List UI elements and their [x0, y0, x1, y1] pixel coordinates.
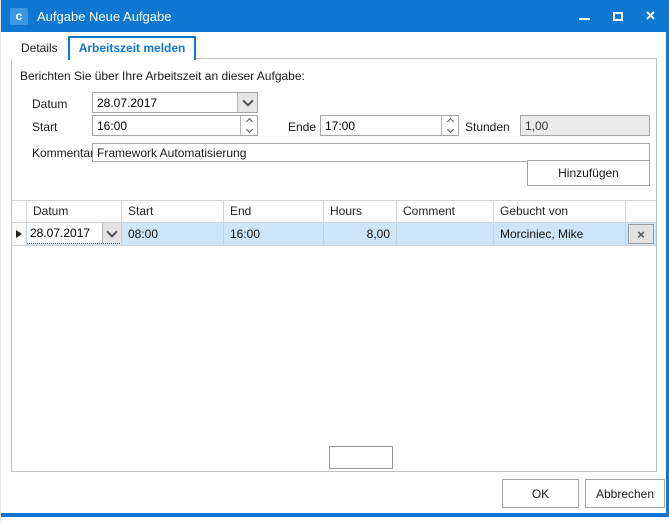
- row-datum-dropdown-button[interactable]: [102, 223, 121, 243]
- datum-input[interactable]: [93, 93, 237, 112]
- row-datum-input[interactable]: [27, 223, 102, 243]
- chevron-up-icon: [446, 118, 453, 125]
- tab-details[interactable]: Details: [11, 38, 68, 59]
- tab-arbeitszeit-melden[interactable]: Arbeitszeit melden: [68, 36, 197, 60]
- worktime-grid: Datum Start End Hours Comment Gebucht vo…: [12, 200, 656, 246]
- chevron-down-icon: [106, 226, 117, 237]
- close-icon: ×: [646, 7, 656, 24]
- row-arrow-icon: [16, 230, 22, 238]
- ende-spinner: [441, 116, 458, 135]
- row-indicator[interactable]: [12, 223, 27, 245]
- tab-bar: Details Arbeitszeit melden: [11, 34, 196, 59]
- chevron-down-icon: [446, 126, 453, 133]
- start-label: Start: [32, 120, 57, 134]
- window-title: Aufgabe Neue Aufgabe: [37, 9, 171, 24]
- start-time-field[interactable]: [92, 115, 258, 136]
- chevron-up-icon: [245, 118, 252, 125]
- grid-header-actions: [626, 201, 656, 222]
- row-gebucht-von-cell[interactable]: Morciniec, Mike: [494, 223, 626, 245]
- arbeitszeit-panel: Berichten Sie über Ihre Arbeitszeit an d…: [11, 58, 657, 472]
- row-hours-cell[interactable]: 8,00: [324, 223, 397, 245]
- row-start-cell[interactable]: 08:00: [122, 223, 224, 245]
- stunden-field: [520, 115, 650, 136]
- table-row[interactable]: 08:00 16:00 8,00 Morciniec, Mike ×: [12, 223, 656, 246]
- ende-spinner-up-button[interactable]: [442, 116, 458, 126]
- stunden-label: Stunden: [465, 120, 510, 134]
- bottom-center-box[interactable]: [329, 446, 393, 469]
- ende-spinner-down-button[interactable]: [442, 126, 458, 136]
- datum-label: Datum: [32, 97, 67, 111]
- grid-header-comment[interactable]: Comment: [397, 201, 494, 222]
- intro-text: Berichten Sie über Ihre Arbeitszeit an d…: [20, 69, 305, 83]
- grid-header-datum[interactable]: Datum: [27, 201, 122, 222]
- maximize-button[interactable]: [601, 0, 634, 32]
- start-input[interactable]: [93, 116, 240, 135]
- row-datum-editor[interactable]: [27, 223, 122, 244]
- start-spinner-up-button[interactable]: [241, 116, 257, 126]
- grid-header-indicator: [12, 201, 27, 222]
- start-spinner: [240, 116, 257, 135]
- grid-header-hours[interactable]: Hours: [324, 201, 397, 222]
- delete-row-button[interactable]: ×: [628, 224, 654, 244]
- app-icon: c: [10, 8, 28, 25]
- kommentar-label: Kommentar: [32, 146, 94, 160]
- start-spinner-down-button[interactable]: [241, 126, 257, 136]
- ende-input[interactable]: [321, 116, 441, 135]
- row-comment-cell[interactable]: [397, 223, 494, 245]
- grid-header-gebucht-von[interactable]: Gebucht von: [494, 201, 626, 222]
- delete-icon: ×: [637, 228, 645, 241]
- dialog-window: c Aufgabe Neue Aufgabe × Details Arbeits…: [0, 0, 669, 522]
- datum-dropdown-button[interactable]: [237, 93, 257, 112]
- abbrechen-button[interactable]: Abbrechen: [585, 479, 665, 508]
- minimize-button[interactable]: [568, 0, 601, 32]
- ende-time-field[interactable]: [320, 115, 459, 136]
- maximize-icon: [613, 12, 623, 21]
- grid-header-start[interactable]: Start: [122, 201, 224, 222]
- grid-header-row: Datum Start End Hours Comment Gebucht vo…: [12, 200, 656, 223]
- close-button[interactable]: ×: [634, 0, 667, 32]
- hinzufuegen-button[interactable]: Hinzufügen: [527, 160, 650, 186]
- chevron-down-icon: [242, 95, 253, 106]
- row-end-cell[interactable]: 16:00: [224, 223, 324, 245]
- window-border-bottom: [1, 513, 669, 517]
- chevron-down-icon: [245, 126, 252, 133]
- ende-label: Ende: [288, 120, 316, 134]
- app-icon-glyph: c: [16, 9, 23, 23]
- datum-combobox[interactable]: [92, 92, 258, 113]
- row-datum-cell: [27, 223, 122, 245]
- row-actions-cell: ×: [626, 223, 656, 245]
- minimize-icon: [579, 18, 590, 20]
- window-controls: ×: [568, 0, 667, 32]
- grid-header-end[interactable]: End: [224, 201, 324, 222]
- ok-button[interactable]: OK: [502, 479, 579, 508]
- title-bar[interactable]: c Aufgabe Neue Aufgabe ×: [1, 0, 667, 32]
